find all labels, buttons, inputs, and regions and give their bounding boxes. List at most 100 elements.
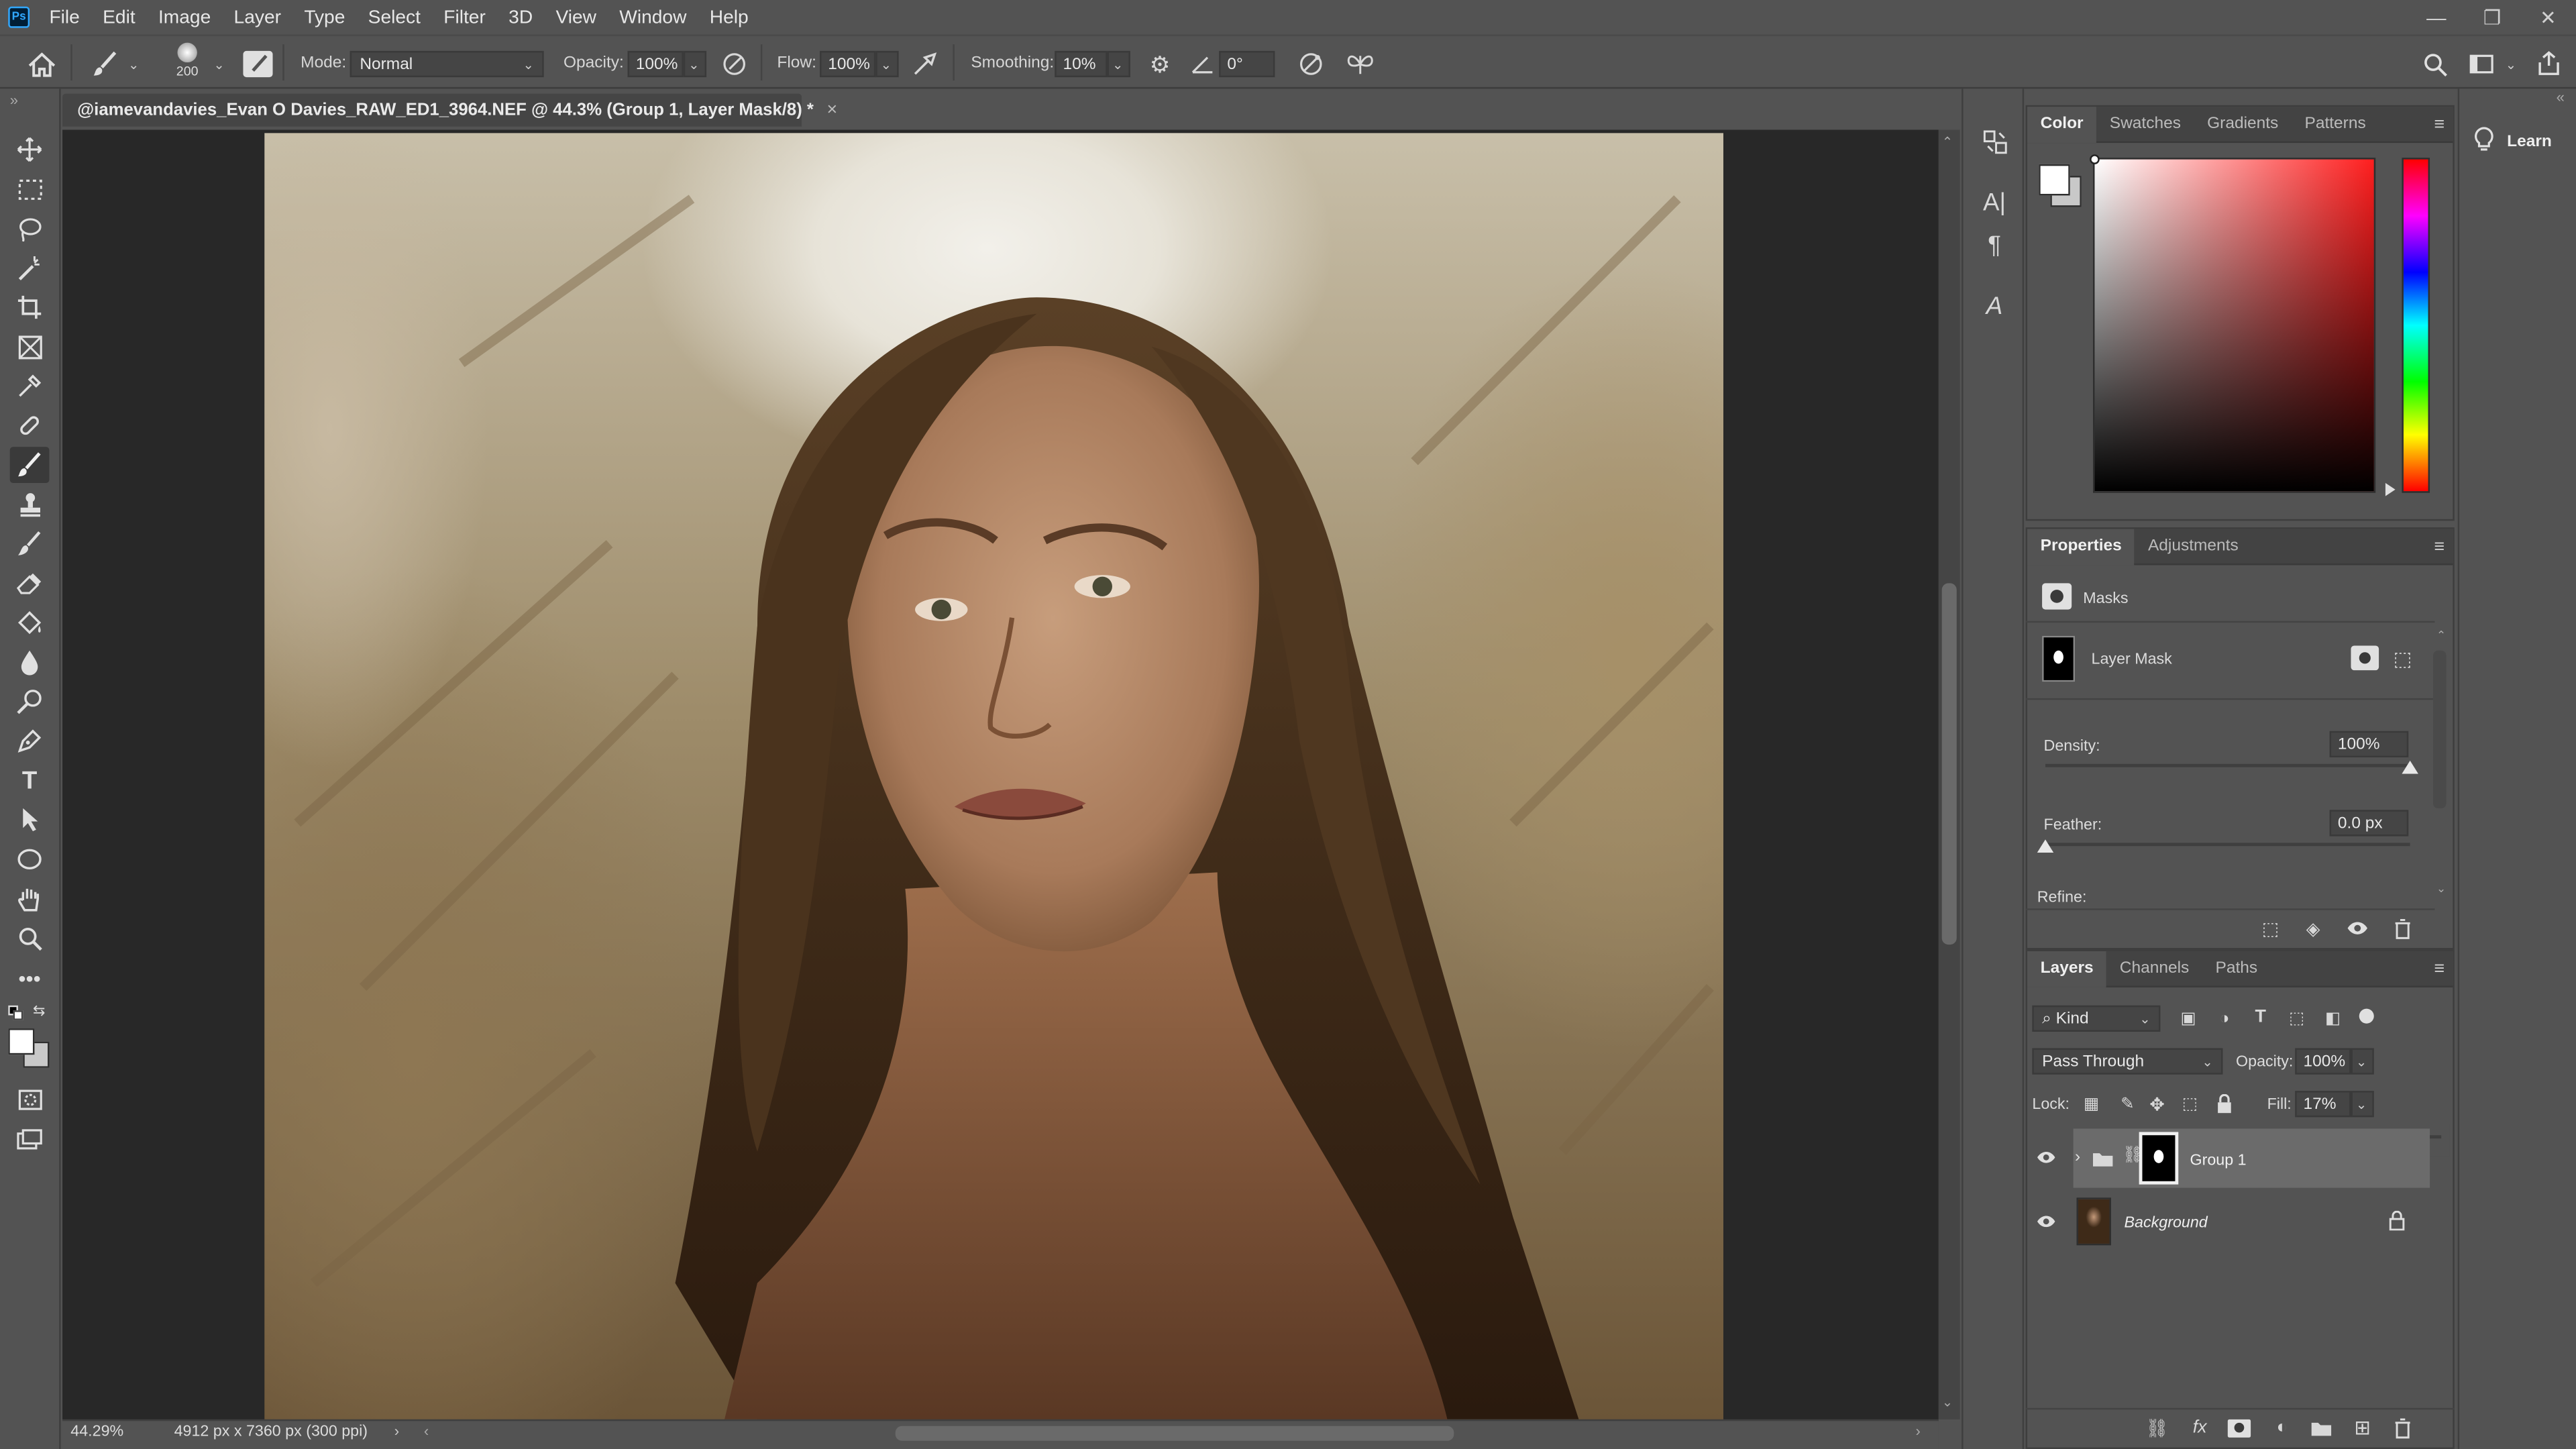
layer-name-group-1[interactable]: Group 1 — [2190, 1152, 2246, 1170]
menu-help[interactable]: Help — [710, 7, 749, 27]
canvas-area[interactable] — [62, 129, 1939, 1419]
flow-dropdown-button[interactable]: ⌄ — [875, 50, 899, 78]
glyphs-panel-icon[interactable]: A — [1978, 289, 2011, 322]
density-field[interactable]: 100% — [2329, 731, 2409, 757]
close-document-icon[interactable]: × — [827, 100, 838, 119]
lock-artboard-icon[interactable]: ⬚ — [2178, 1093, 2201, 1116]
flow-field[interactable]: 100% — [820, 50, 876, 78]
layers-panel-menu-icon[interactable]: ≡ — [2434, 959, 2445, 979]
new-layer-icon[interactable]: ⊞ — [2349, 1416, 2375, 1439]
new-group-folder-icon[interactable] — [2310, 1419, 2332, 1442]
pressure-size-icon[interactable] — [1296, 49, 1326, 78]
portrait-photo-image[interactable] — [264, 133, 1723, 1419]
brush-settings-panel-icon[interactable] — [243, 50, 273, 78]
properties-panel-menu-icon[interactable]: ≡ — [2434, 537, 2445, 557]
status-menu-chevron-icon[interactable]: › — [394, 1423, 399, 1439]
tab-layers[interactable]: Layers — [2027, 950, 2107, 987]
pressure-opacity-icon[interactable] — [720, 49, 749, 78]
add-layer-mask-icon[interactable] — [2227, 1419, 2251, 1438]
tab-adjustments[interactable]: Adjustments — [2135, 528, 2251, 564]
tab-channels[interactable]: Channels — [2106, 951, 2202, 987]
layer-mask-thumbnail[interactable] — [2042, 635, 2076, 682]
crop-tool-icon[interactable] — [10, 289, 50, 325]
filter-shape-icon[interactable]: ⬚ — [2286, 1007, 2308, 1030]
airbrush-icon[interactable] — [912, 49, 941, 78]
delete-mask-trash-icon[interactable] — [2389, 915, 2415, 941]
zoom-level[interactable]: 44.29% — [70, 1423, 123, 1441]
brush-angle-field[interactable]: 0° — [1219, 50, 1275, 78]
menu-select[interactable]: Select — [368, 7, 421, 27]
type-tool-icon[interactable]: T — [10, 762, 50, 798]
workspace-icon[interactable] — [2464, 49, 2497, 78]
history-panel-icon[interactable] — [1978, 125, 2011, 158]
menu-file[interactable]: File — [49, 7, 79, 27]
menu-image[interactable]: Image — [158, 7, 211, 27]
smoothing-field[interactable]: 10% — [1055, 50, 1108, 78]
menu-view[interactable]: View — [555, 7, 596, 27]
opacity-field[interactable]: 100% — [627, 50, 684, 78]
filter-adjustment-icon[interactable]: ◑ — [2213, 1007, 2236, 1030]
group-expand-chevron-icon[interactable]: › — [2075, 1148, 2080, 1167]
group-mask-thumbnail[interactable] — [2139, 1132, 2179, 1185]
new-adjustment-layer-icon[interactable]: ◐ — [2269, 1416, 2295, 1439]
clone-stamp-tool-icon[interactable] — [10, 486, 50, 523]
mode-dropdown[interactable]: Normal ⌄ — [350, 50, 544, 78]
menu-layer[interactable]: Layer — [234, 7, 281, 27]
search-icon[interactable] — [2420, 49, 2449, 78]
fill-dropdown-button[interactable]: ⌄ — [2351, 1091, 2374, 1118]
apply-mask-icon[interactable]: ◈ — [2300, 915, 2326, 941]
magic-wand-tool-icon[interactable] — [10, 250, 50, 286]
menu-edit[interactable]: Edit — [103, 7, 136, 27]
paragraph-panel-icon[interactable]: ¶ — [1978, 228, 2011, 261]
brush-preset-picker[interactable]: 200 — [171, 42, 204, 86]
scroll-left-icon[interactable]: ‹ — [424, 1423, 429, 1439]
add-vector-mask-icon[interactable]: ⬚ — [2389, 645, 2417, 670]
link-layers-icon[interactable]: ⛓ — [2144, 1416, 2170, 1439]
toggle-mask-visibility-eye-icon[interactable] — [2345, 915, 2371, 941]
hue-slider[interactable] — [2402, 158, 2430, 493]
brush-tool-icon[interactable] — [87, 48, 123, 80]
background-layer-thumbnail[interactable] — [2076, 1197, 2111, 1246]
menu-3d[interactable]: 3D — [508, 7, 533, 27]
tab-color[interactable]: Color — [2027, 105, 2097, 142]
tab-paths[interactable]: Paths — [2202, 951, 2271, 987]
tool-preset-chevron-icon[interactable]: ⌄ — [128, 58, 139, 72]
character-panel-icon[interactable]: A| — [1978, 186, 2011, 219]
lock-image-pixels-icon[interactable]: ✎ — [2116, 1093, 2139, 1116]
move-tool-icon[interactable] — [10, 131, 50, 168]
filter-toggle-icon[interactable] — [2359, 1008, 2374, 1024]
blend-mode-dropdown[interactable]: Pass Through ⌄ — [2032, 1048, 2223, 1075]
lock-transparent-pixels-icon[interactable]: ▦ — [2080, 1093, 2102, 1116]
properties-scroll-down-icon[interactable]: ⌄ — [2436, 882, 2446, 896]
lock-all-icon[interactable] — [2213, 1093, 2236, 1116]
symmetry-butterfly-icon[interactable] — [1344, 49, 1377, 78]
filter-smart-object-icon[interactable]: ◧ — [2321, 1007, 2344, 1030]
pen-tool-icon[interactable] — [10, 723, 50, 759]
tab-gradients[interactable]: Gradients — [2194, 106, 2292, 142]
layer-filter-kind-dropdown[interactable]: ⌕ Kind ⌄ — [2032, 1005, 2161, 1032]
minimize-button[interactable]: — — [2408, 0, 2464, 34]
select-pixel-mask-icon[interactable] — [2351, 645, 2379, 671]
path-selection-tool-icon[interactable] — [10, 802, 50, 838]
tab-swatches[interactable]: Swatches — [2096, 106, 2194, 142]
ellipse-tool-icon[interactable] — [10, 841, 50, 877]
layer-opacity-dropdown-button[interactable]: ⌄ — [2351, 1048, 2374, 1075]
tab-properties[interactable]: Properties — [2027, 528, 2135, 565]
filter-type-icon[interactable]: T — [2249, 1006, 2272, 1028]
swap-colors-icon[interactable]: ⇆ — [33, 1002, 45, 1020]
healing-brush-tool-icon[interactable] — [10, 407, 50, 443]
load-selection-from-mask-icon[interactable]: ⬚ — [2257, 915, 2284, 941]
history-brush-tool-icon[interactable] — [10, 526, 50, 562]
color-picker-marker-icon[interactable] — [2090, 154, 2100, 164]
screen-mode-icon[interactable] — [10, 1120, 50, 1157]
dodge-tool-icon[interactable] — [10, 684, 50, 720]
vertical-scrollbar-thumb[interactable] — [1941, 583, 1957, 945]
blur-tool-icon[interactable] — [10, 644, 50, 680]
expand-learn-panel-icon[interactable]: « — [2557, 89, 2565, 105]
scroll-up-icon[interactable]: ⌃ — [1942, 135, 1953, 150]
default-colors-icon[interactable] — [8, 1005, 23, 1020]
properties-scroll-up-icon[interactable]: ⌃ — [2436, 629, 2446, 642]
layer-opacity-field[interactable]: 100% — [2295, 1048, 2351, 1075]
feather-field[interactable]: 0.0 px — [2329, 810, 2409, 837]
layer-visibility-eye-icon[interactable] — [2035, 1150, 2057, 1169]
